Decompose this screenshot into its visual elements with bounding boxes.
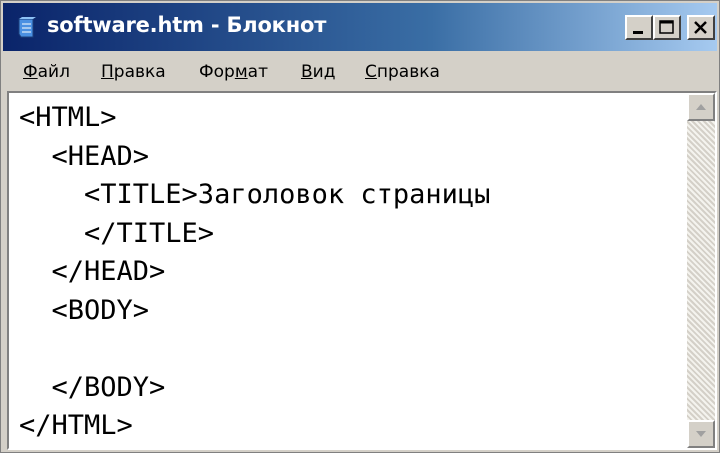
scroll-up-button[interactable] xyxy=(687,93,715,121)
notepad-icon[interactable] xyxy=(16,17,36,39)
document-text[interactable]: <HTML> <HEAD> <TITLE>Заголовок страницы … xyxy=(19,99,490,446)
menu-view-label: ид xyxy=(312,62,336,82)
menu-file-label: айл xyxy=(37,62,70,82)
text-line: </TITLE> xyxy=(19,217,215,249)
text-line: </BODY> xyxy=(19,371,166,403)
menu-help-label: правка xyxy=(376,62,440,82)
menu-view[interactable]: Вид xyxy=(301,62,335,82)
menu-view-accel: В xyxy=(301,62,313,82)
menu-format-pre: Фор xyxy=(199,62,235,82)
menu-file[interactable]: Файл xyxy=(23,62,70,82)
title-bar[interactable]: software.htm - Блокнот xyxy=(3,3,717,51)
minimize-button[interactable] xyxy=(625,15,653,40)
scroll-down-button[interactable] xyxy=(687,420,715,448)
text-editor-area[interactable]: <HTML> <HEAD> <TITLE>Заголовок страницы … xyxy=(7,91,717,450)
window-title: software.htm - Блокнот xyxy=(47,13,327,37)
menu-edit-accel: П xyxy=(101,62,114,82)
text-line: </HTML> xyxy=(19,410,133,441)
vertical-scrollbar[interactable] xyxy=(687,93,715,448)
notepad-window: software.htm - Блокнот Файл Правка Форма… xyxy=(0,0,720,453)
text-line: <TITLE>Заголовок страницы xyxy=(19,179,491,210)
text-line: <BODY> xyxy=(19,294,150,326)
menu-bar: Файл Правка Формат Вид Справка xyxy=(3,53,717,89)
menu-edit[interactable]: Правка xyxy=(101,62,166,82)
menu-format-label: ат xyxy=(247,62,268,82)
menu-format[interactable]: Формат xyxy=(199,62,268,82)
menu-help[interactable]: Справка xyxy=(365,62,440,82)
menu-file-accel: Ф xyxy=(23,62,38,82)
text-line: <HTML> xyxy=(19,102,117,133)
menu-edit-label: равка xyxy=(113,62,166,82)
text-line: </HEAD> xyxy=(19,256,166,287)
menu-help-accel: С xyxy=(365,62,377,82)
text-line: <HEAD> xyxy=(19,140,150,172)
close-button[interactable] xyxy=(687,15,715,40)
menu-format-accel: м xyxy=(234,62,248,82)
maximize-button[interactable] xyxy=(653,15,681,40)
